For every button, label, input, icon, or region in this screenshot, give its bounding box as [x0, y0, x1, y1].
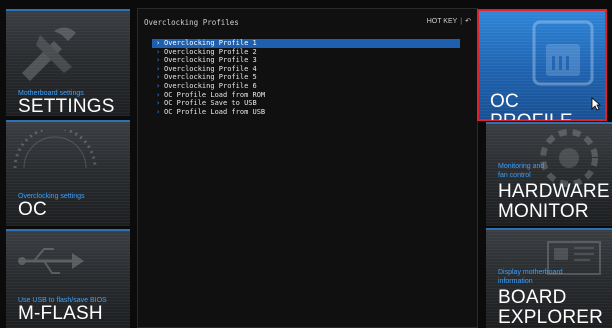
hardware-monitor-tile[interactable]: Monitoring and fan control HARDWARE MONI… [486, 122, 612, 226]
menu-item[interactable]: › Overclocking Profile 5 [152, 73, 460, 82]
oc-tile[interactable]: Overclocking settings OC [6, 120, 130, 226]
oc-title: OC [18, 199, 47, 220]
menu-item[interactable]: › OC Profile Save to USB [152, 99, 460, 108]
menu-item[interactable]: › Overclocking Profile 4 [152, 65, 460, 74]
menu-item-label: Overclocking Profile 5 [164, 73, 257, 82]
mouse-cursor-icon [591, 97, 601, 111]
chevron-right-icon: › [156, 81, 161, 90]
chevron-right-icon: › [156, 47, 161, 56]
menu-item-label: OC Profile Save to USB [164, 99, 257, 108]
gauge-icon [13, 130, 97, 169]
menu-item[interactable]: › OC Profile Load from USB [152, 108, 460, 117]
hardware-monitor-title: HARDWARE MONITOR [498, 181, 610, 222]
board-explorer-title: BOARD EXPLORER [498, 287, 604, 328]
chevron-right-icon: › [156, 99, 161, 108]
menu-item-label: Overclocking Profile 1 [164, 39, 257, 47]
menu-item-label: OC Profile Load from ROM [164, 90, 266, 99]
usb-icon [18, 248, 84, 274]
hotkey-bar: HOT KEY | ↶ [427, 17, 471, 25]
sd-card-icon [532, 20, 594, 86]
oc-profiles-panel: Overclocking Profiles HOT KEY | ↶ › Overclo… [137, 8, 478, 328]
menu-item[interactable]: › Overclocking Profile 3 [152, 56, 460, 65]
chevron-right-icon: › [156, 73, 161, 82]
panel-title: Overclocking Profiles [144, 18, 239, 27]
menu-item[interactable]: › Overclocking Profile 2 [152, 48, 460, 57]
board-explorer-subtitle: Display motherboard information [498, 269, 563, 285]
oc-profile-title: OC PROFILE [490, 91, 573, 121]
menu-item[interactable]: › Overclocking Profile 1 [152, 39, 460, 48]
tools-icon [22, 27, 76, 81]
hotkey-label[interactable]: HOT KEY [427, 18, 458, 25]
fan-icon [540, 129, 598, 187]
chevron-right-icon: › [156, 90, 161, 99]
chevron-right-icon: › [156, 39, 161, 47]
chevron-right-icon: › [156, 107, 161, 116]
oc-profile-tile[interactable]: OC PROFILE [477, 9, 607, 121]
m-flash-title: M-FLASH [18, 303, 103, 324]
settings-title: SETTINGS [18, 96, 115, 117]
m-flash-tile[interactable]: Use USB to flash/save BIOS M-FLASH [6, 229, 130, 328]
back-arrow-icon[interactable]: ↶ [465, 18, 471, 25]
board-explorer-tile[interactable]: Display motherboard information BOARD EX… [486, 228, 612, 328]
hotkey-separator: | [460, 18, 463, 25]
chevron-right-icon: › [156, 56, 161, 65]
menu-item[interactable]: › OC Profile Load from ROM [152, 91, 460, 100]
menu-item-label: Overclocking Profile 3 [164, 56, 257, 65]
profile-menu: › Overclocking Profile 1 › Overclocking Pro… [152, 39, 460, 116]
settings-tile[interactable]: Motherboard settings SETTINGS [6, 9, 130, 116]
menu-item-label: Overclocking Profile 6 [164, 81, 257, 90]
chevron-right-icon: › [156, 64, 161, 73]
menu-item-label: Overclocking Profile 4 [164, 64, 257, 73]
menu-item[interactable]: › Overclocking Profile 6 [152, 82, 460, 91]
menu-item-label: OC Profile Load from USB [164, 107, 266, 116]
hardware-monitor-subtitle: Monitoring and fan control [498, 163, 545, 179]
menu-item-label: Overclocking Profile 2 [164, 47, 257, 56]
